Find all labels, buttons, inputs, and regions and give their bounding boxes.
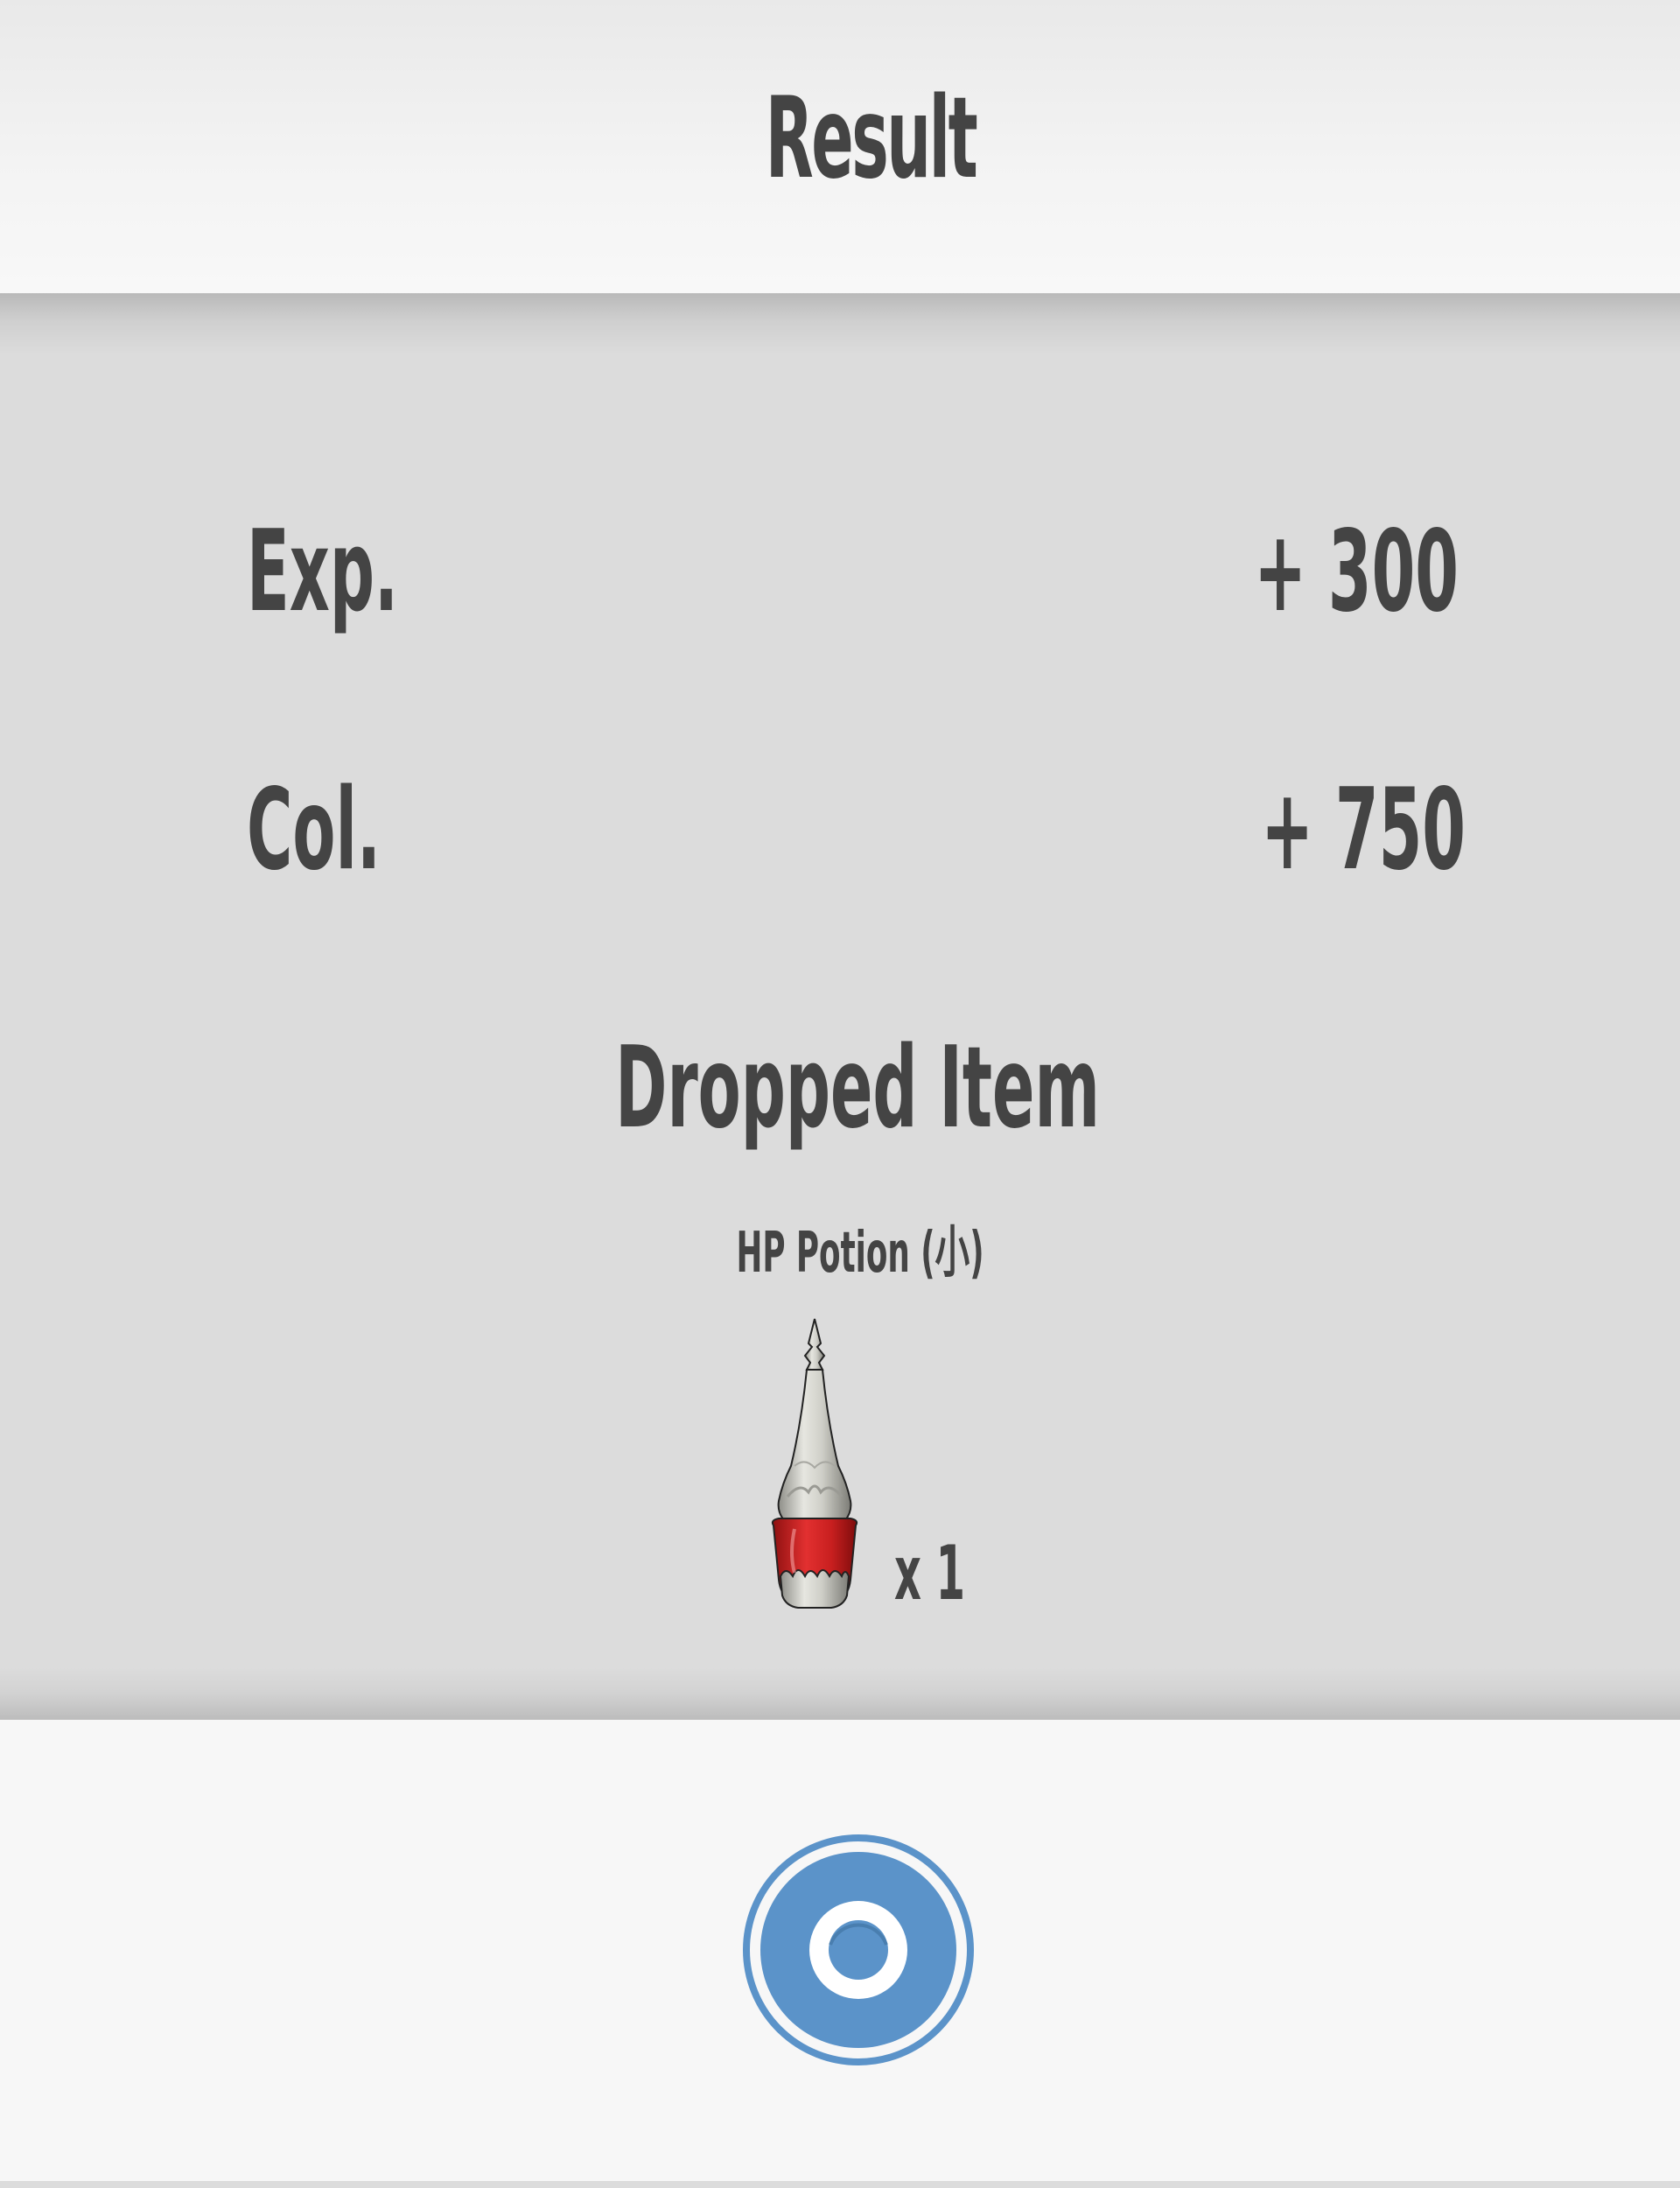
dropped-item-name: HP Potion (小) <box>736 1221 984 1286</box>
page-title: Result <box>765 74 978 204</box>
exp-label: Exp. <box>247 507 399 637</box>
potion-bottle-icon <box>771 1318 858 1609</box>
header-bar: Result <box>0 0 1680 293</box>
circle-confirm-icon <box>743 1834 974 2065</box>
result-panel: Exp. + 300 Col. + 750 Dropped Item HP Po… <box>0 293 1680 1720</box>
col-value: + 750 <box>1261 765 1466 895</box>
col-label: Col. <box>247 765 382 895</box>
bottom-edge <box>0 2181 1680 2188</box>
result-screen: Result Exp. + 300 Col. + 750 Dropped Ite… <box>0 0 1680 2188</box>
exp-value: + 300 <box>1254 507 1459 637</box>
confirm-button[interactable] <box>742 1834 975 2066</box>
dropped-item-heading: Dropped Item <box>615 1023 1100 1154</box>
panel-bottom-shadow <box>0 1667 1680 1720</box>
dropped-item-quantity: x 1 <box>894 1530 965 1617</box>
panel-top-shadow <box>0 293 1680 354</box>
